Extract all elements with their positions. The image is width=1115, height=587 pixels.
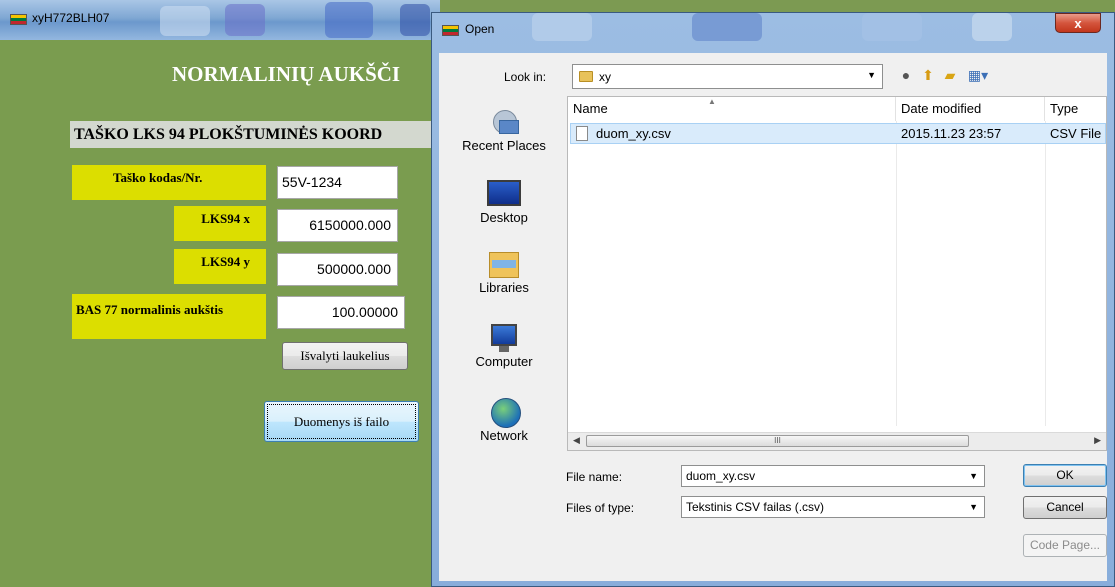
app-titlebar[interactable]: xyH772BLH07 [0,0,440,40]
close-button[interactable]: x [1055,13,1101,33]
horizontal-scrollbar[interactable]: ◀ III ▶ [568,432,1106,450]
places-bar: Recent Places Desktop Libraries Computer… [441,96,567,496]
dialog-title: Open [465,22,495,36]
point-code-label: Taško kodas/Nr. [72,165,266,200]
column-header-type[interactable]: Type [1045,97,1106,121]
place-label: Libraries [479,280,529,295]
app-title: xyH772BLH07 [32,11,110,25]
column-header-name[interactable]: Name ▲ [568,97,896,121]
cancel-button[interactable]: Cancel [1023,496,1107,519]
file-date: 2015.11.23 23:57 [901,126,1002,141]
file-type-combo[interactable]: Tekstinis CSV failas (.csv) ▼ [681,496,985,518]
file-name-label: File name: [566,470,623,484]
load-from-file-button[interactable]: Duomenys iš failo [264,401,419,442]
open-dialog: Open x Look in: xy ▼ ● ⬆ ▰ ▦▾ Recent Pla… [431,12,1115,587]
place-recent-places[interactable]: Recent Places [441,106,567,153]
file-list[interactable]: Name ▲ Date modified Type duom_xy.csv 20… [567,96,1107,451]
file-name: duom_xy.csv [596,126,671,141]
lks94-x-label: LKS94 x [174,206,266,241]
place-label: Recent Places [462,138,546,153]
coords-section-header: TAŠKO LKS 94 PLOKŠTUMINĖS KOORD [70,121,450,148]
main-window: xyH772BLH07 NORMALINIŲ AUKŠČI TAŠKO LKS … [0,0,450,587]
lithuania-flag-icon [10,14,27,25]
bas77-height-label: BAS 77 normalinis aukštis [72,294,266,339]
page-title: NORMALINIŲ AUKŠČI [172,62,401,86]
place-label: Network [480,428,528,443]
libraries-icon [487,248,521,280]
new-folder-icon[interactable]: ▰ [942,67,958,83]
file-type-label: Files of type: [566,501,635,515]
bas77-height-field[interactable]: 100.00000 [277,296,405,329]
chevron-down-icon: ▼ [867,70,876,80]
look-in-value: xy [599,70,611,84]
close-icon: x [1074,16,1082,31]
place-desktop[interactable]: Desktop [441,178,567,225]
scroll-left-icon: ◀ [573,435,580,445]
lks94-x-field[interactable]: 6150000.000 [277,209,398,242]
place-network[interactable]: Network [441,396,567,443]
clear-fields-button[interactable]: Išvalyti laukelius [282,342,408,370]
lks94-y-label: LKS94 y [174,249,266,284]
dialog-titlebar[interactable]: Open x [432,13,1114,45]
point-code-field[interactable]: 55V-1234 [277,166,398,199]
back-icon[interactable]: ● [898,67,914,83]
place-computer[interactable]: Computer [441,322,567,369]
file-row[interactable]: duom_xy.csv 2015.11.23 23:57 CSV File [570,123,1106,144]
scroll-thumb[interactable]: III [586,435,969,447]
dialog-client-area: Look in: xy ▼ ● ⬆ ▰ ▦▾ Recent Places Des… [439,53,1107,581]
file-type: CSV File [1050,126,1102,141]
computer-icon [487,322,521,354]
ok-button[interactable]: OK [1023,464,1107,487]
look-in-combo[interactable]: xy ▼ [572,64,883,89]
look-in-label: Look in: [504,70,547,84]
scroll-right-icon: ▶ [1094,435,1101,445]
recent-places-icon [487,106,521,138]
column-header-date[interactable]: Date modified [896,97,1045,121]
chevron-down-icon: ▼ [969,471,978,481]
file-icon [576,126,588,141]
code-page-button[interactable]: Code Page... [1023,534,1107,557]
view-menu-icon[interactable]: ▦▾ [965,67,991,83]
place-label: Computer [475,354,533,369]
lks94-y-field[interactable]: 500000.000 [277,253,398,286]
lithuania-flag-icon [442,25,459,36]
place-label: Desktop [480,210,528,225]
place-libraries[interactable]: Libraries [441,248,567,295]
file-name-combo[interactable]: duom_xy.csv ▼ [681,465,985,487]
desktop-icon [487,178,521,210]
sort-arrow-icon: ▲ [708,97,716,106]
chevron-down-icon: ▼ [969,502,978,512]
folder-icon [579,71,593,82]
up-folder-icon[interactable]: ⬆ [920,67,936,83]
network-icon [487,396,521,428]
